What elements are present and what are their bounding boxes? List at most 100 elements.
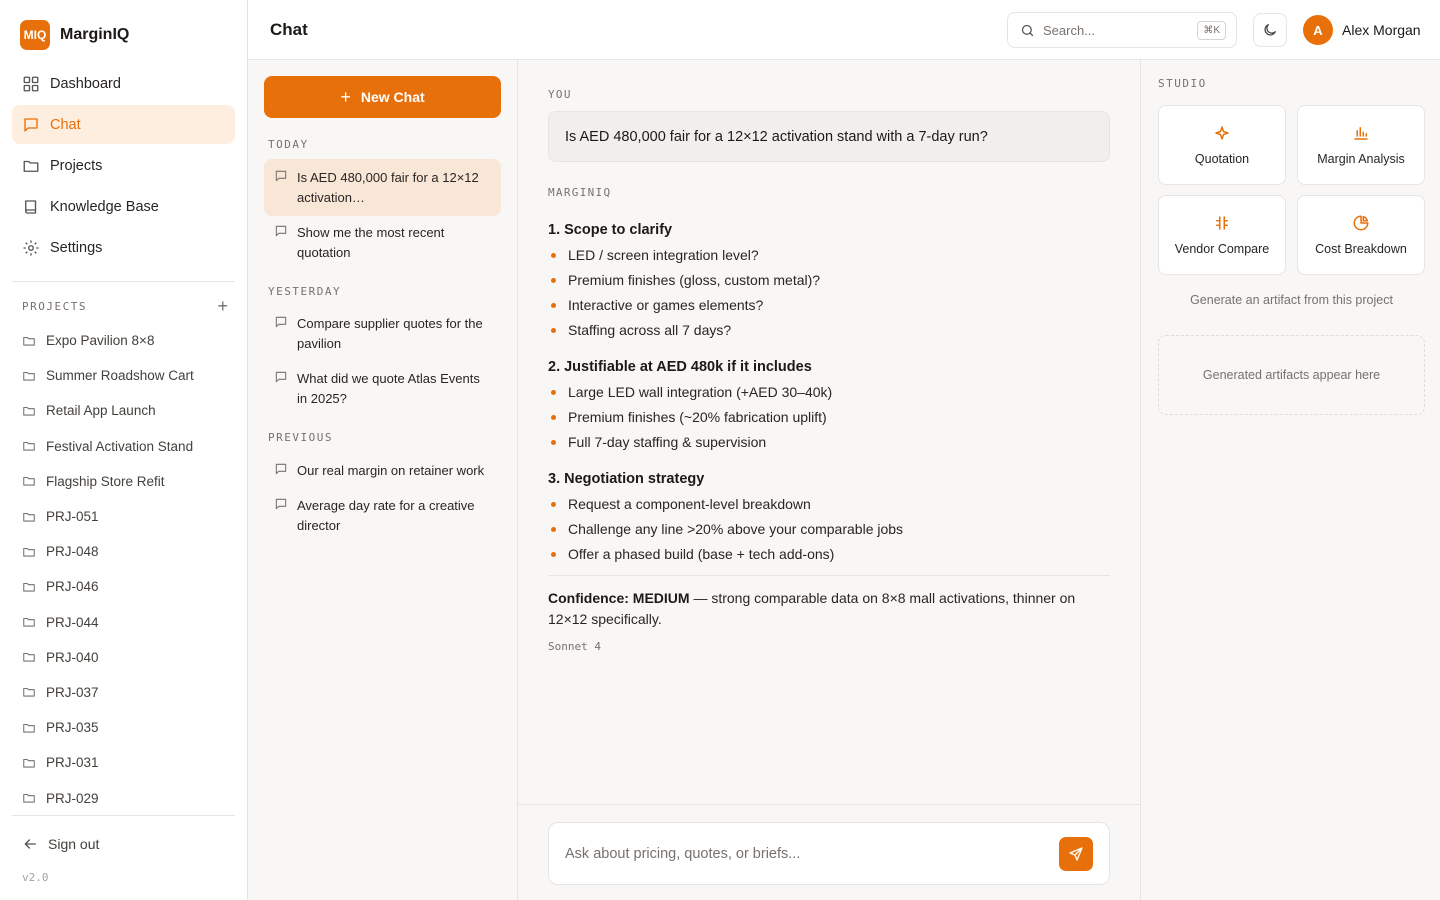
studio-tile-cost-breakdown[interactable]: Cost Breakdown [1297, 195, 1425, 275]
project-item[interactable]: PRJ-035 [22, 710, 232, 745]
chat-icon [22, 116, 40, 134]
project-label: PRJ-029 [46, 790, 99, 806]
nav-item-dashboard[interactable]: Dashboard [12, 64, 235, 103]
folder-icon [22, 404, 36, 418]
history-item-text: Is AED 480,000 fair for a 12×12 activati… [297, 170, 479, 205]
answer-bullet: Offer a phased build (base + tech add-on… [548, 542, 1110, 567]
folder-icon [22, 369, 36, 383]
folder-icon [22, 580, 36, 594]
add-project-button[interactable]: + [217, 297, 228, 315]
model-label: Sonnet 4 [548, 640, 601, 653]
studio-tile-quotation[interactable]: Quotation [1158, 105, 1286, 185]
history-item[interactable]: Compare supplier quotes for the pavilion [264, 305, 501, 362]
project-item[interactable]: PRJ-046 [22, 569, 232, 604]
history-item[interactable]: What did we quote Atlas Events in 2025? [264, 360, 501, 417]
project-label: PRJ-035 [46, 720, 99, 736]
folder-icon [22, 791, 36, 805]
assistant-message: 1. Scope to clarify LED / screen integra… [548, 220, 1110, 653]
composer-area [518, 804, 1140, 900]
message-input[interactable] [565, 845, 1059, 862]
history-item[interactable]: Is AED 480,000 fair for a 12×12 activati… [264, 159, 501, 216]
artifacts-empty-text: Generated artifacts appear here [1202, 368, 1381, 382]
tile-label: Vendor Compare [1174, 242, 1270, 256]
answer-bullet: Full 7-day staffing & supervision [548, 430, 1110, 455]
project-item[interactable]: PRJ-048 [22, 534, 232, 569]
project-item[interactable]: Retail App Launch [22, 393, 232, 428]
folder-icon [22, 685, 36, 699]
chat-panel: YOU Is AED 480,000 fair for a 12×12 acti… [518, 60, 1140, 900]
divider [12, 815, 235, 816]
folder-icon [22, 334, 36, 348]
book-icon [22, 198, 40, 216]
user-name: Alex Morgan [1342, 22, 1421, 38]
folder-icon [22, 545, 36, 559]
project-item[interactable]: PRJ-044 [22, 605, 232, 640]
nav-label: Projects [50, 157, 103, 174]
history-item-text: What did we quote Atlas Events in 2025? [297, 371, 480, 406]
history-item[interactable]: Show me the most recent quotation [264, 214, 501, 271]
project-label: Expo Pavilion 8×8 [46, 333, 155, 349]
answer-bullet: Interactive or games elements? [548, 293, 1110, 318]
new-chat-button[interactable]: + New Chat [264, 76, 501, 118]
project-item[interactable]: PRJ-037 [22, 675, 232, 710]
studio-label: STUDIO [1158, 77, 1207, 90]
project-item[interactable]: PRJ-051 [22, 499, 232, 534]
send-button[interactable] [1059, 836, 1093, 871]
brand[interactable]: MIQ MarginIQ [20, 20, 129, 50]
tile-label: Margin Analysis [1317, 152, 1405, 166]
chat-icon [274, 169, 288, 183]
studio-tile-vendor-compare[interactable]: Vendor Compare [1158, 195, 1286, 275]
folder-icon [22, 756, 36, 770]
nav-item-projects[interactable]: Projects [12, 146, 235, 185]
grid-icon [22, 75, 40, 93]
folder-icon [22, 510, 36, 524]
history-item[interactable]: Average day rate for a creative director [264, 487, 501, 544]
answer-bullet: Staffing across all 7 days? [548, 318, 1110, 343]
nav-item-knowledge-base[interactable]: Knowledge Base [12, 187, 235, 226]
nav-item-settings[interactable]: Settings [12, 228, 235, 267]
project-item[interactable]: PRJ-031 [22, 745, 232, 780]
answer-bullet: Large LED wall integration (+AED 30–40k) [548, 380, 1110, 405]
project-label: Flagship Store Refit [46, 473, 165, 489]
folder-icon [22, 650, 36, 664]
project-item[interactable]: Summer Roadshow Cart [22, 358, 232, 393]
history-item-text: Average day rate for a creative director [297, 498, 475, 533]
compare-icon [1213, 214, 1231, 232]
studio-panel: STUDIO Quotation Margin Analysis Vendor … [1140, 60, 1440, 900]
sparkle-icon [1213, 124, 1231, 142]
project-label: PRJ-031 [46, 755, 99, 771]
project-item[interactable]: PRJ-040 [22, 640, 232, 675]
folder-icon [22, 615, 36, 629]
theme-toggle-button[interactable] [1253, 13, 1287, 47]
user-role-label: YOU [548, 88, 572, 101]
answer-bullet: Premium finishes (gloss, custom metal)? [548, 268, 1110, 293]
composer[interactable] [548, 822, 1110, 885]
history-group-label: YESTERDAY [268, 285, 342, 298]
project-item[interactable]: Festival Activation Stand [22, 429, 232, 464]
search-input[interactable] [1043, 22, 1198, 38]
user-menu[interactable]: A Alex Morgan [1303, 15, 1421, 45]
project-item[interactable]: Flagship Store Refit [22, 464, 232, 499]
divider [12, 281, 235, 282]
project-item[interactable]: PRJ-029 [22, 780, 232, 815]
search-box[interactable]: ⌘K [1007, 12, 1237, 48]
top-bar: Chat ⌘K A Alex Morgan [248, 0, 1440, 60]
project-item[interactable]: Expo Pavilion 8×8 [22, 323, 232, 358]
chat-icon [274, 370, 288, 384]
sign-out-button[interactable]: Sign out [22, 836, 99, 852]
project-label: PRJ-037 [46, 684, 99, 700]
history-item-text: Show me the most recent quotation [297, 225, 445, 260]
sign-out-label: Sign out [48, 836, 100, 852]
nav-item-chat[interactable]: Chat [12, 105, 235, 144]
new-chat-label: New Chat [360, 89, 425, 105]
nav-label: Knowledge Base [50, 198, 159, 215]
pie-chart-icon [1352, 214, 1370, 232]
answer-section-title: 2. Justifiable at AED 480k if it include… [548, 359, 812, 375]
confidence-note: Confidence: MEDIUM — strong comparable d… [548, 588, 1110, 630]
project-label: PRJ-044 [46, 614, 99, 630]
confidence-label: Confidence: MEDIUM [548, 590, 690, 606]
history-item[interactable]: Our real margin on retainer work [264, 452, 501, 490]
chat-icon [274, 462, 288, 476]
chat-icon [274, 315, 288, 329]
studio-tile-margin-analysis[interactable]: Margin Analysis [1297, 105, 1425, 185]
